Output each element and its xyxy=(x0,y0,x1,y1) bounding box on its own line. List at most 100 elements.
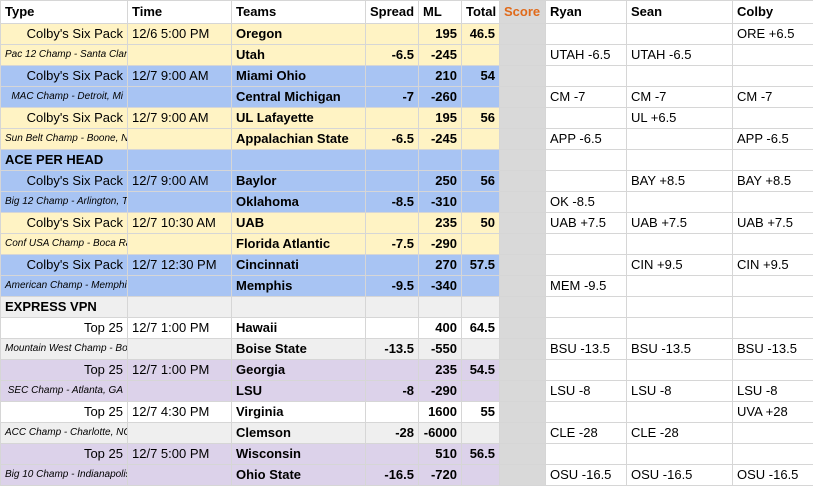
type-cell[interactable]: Pac 12 Champ - Santa Clara, CA xyxy=(0,44,128,66)
team-cell[interactable]: Hawaii xyxy=(231,317,366,339)
spread-cell[interactable] xyxy=(365,23,419,45)
sean-pick-cell[interactable]: UTAH -6.5 xyxy=(626,44,733,66)
sean-pick-cell[interactable]: CLE -28 xyxy=(626,422,733,444)
type-cell[interactable]: Big 12 Champ - Arlington, TX xyxy=(0,191,128,213)
sean-pick-cell[interactable] xyxy=(626,401,733,423)
sean-pick-cell[interactable] xyxy=(626,233,733,255)
score-cell[interactable] xyxy=(499,44,546,66)
team-cell[interactable]: Oklahoma xyxy=(231,191,366,213)
colby-pick-cell[interactable] xyxy=(732,65,813,87)
moneyline-cell[interactable]: 195 xyxy=(418,23,462,45)
score-cell[interactable] xyxy=(499,65,546,87)
team-cell[interactable]: Wisconsin xyxy=(231,443,366,465)
team-cell[interactable]: LSU xyxy=(231,380,366,402)
sean-pick-cell[interactable] xyxy=(626,275,733,297)
sean-pick-cell[interactable] xyxy=(626,359,733,381)
section-label-cell[interactable]: ACE PER HEAD xyxy=(0,149,128,171)
moneyline-cell[interactable]: 270 xyxy=(418,254,462,276)
spread-cell[interactable]: -6.5 xyxy=(365,128,419,150)
sean-pick-cell[interactable]: BSU -13.5 xyxy=(626,338,733,360)
colby-pick-cell[interactable]: BAY +8.5 xyxy=(732,170,813,192)
spread-cell[interactable]: -9.5 xyxy=(365,275,419,297)
score-cell[interactable] xyxy=(499,86,546,108)
time-cell[interactable]: 12/7 10:30 AM xyxy=(127,212,232,234)
total-cell[interactable] xyxy=(461,338,500,360)
type-cell[interactable]: Mountain West Champ - Boise, ID xyxy=(0,338,128,360)
ryan-pick-cell[interactable]: OK -8.5 xyxy=(545,191,627,213)
score-cell[interactable] xyxy=(499,317,546,339)
empty-cell[interactable] xyxy=(365,149,419,171)
header-score[interactable]: Score xyxy=(499,0,546,24)
header-teams[interactable]: Teams xyxy=(231,0,366,24)
header-time[interactable]: Time xyxy=(127,0,232,24)
header-spread[interactable]: Spread xyxy=(365,0,419,24)
colby-pick-cell[interactable]: BSU -13.5 xyxy=(732,338,813,360)
ryan-pick-cell[interactable]: CLE -28 xyxy=(545,422,627,444)
sean-pick-cell[interactable] xyxy=(626,65,733,87)
colby-pick-cell[interactable]: LSU -8 xyxy=(732,380,813,402)
sean-pick-cell[interactable]: CIN +9.5 xyxy=(626,254,733,276)
colby-pick-cell[interactable] xyxy=(732,149,813,171)
type-cell[interactable]: American Champ - Memphis, TN xyxy=(0,275,128,297)
team-cell[interactable]: Memphis xyxy=(231,275,366,297)
team-cell[interactable]: Cincinnati xyxy=(231,254,366,276)
sean-pick-cell[interactable]: UL +6.5 xyxy=(626,107,733,129)
sean-pick-cell[interactable]: OSU -16.5 xyxy=(626,464,733,486)
total-cell[interactable] xyxy=(461,128,500,150)
score-cell[interactable] xyxy=(499,23,546,45)
time-cell[interactable]: 12/6 5:00 PM xyxy=(127,23,232,45)
score-cell[interactable] xyxy=(499,254,546,276)
ryan-pick-cell[interactable]: BSU -13.5 xyxy=(545,338,627,360)
ryan-pick-cell[interactable]: CM -7 xyxy=(545,86,627,108)
type-cell[interactable]: Colby's Six Pack xyxy=(0,107,128,129)
sean-pick-cell[interactable] xyxy=(626,23,733,45)
spread-cell[interactable] xyxy=(365,359,419,381)
spread-cell[interactable] xyxy=(365,254,419,276)
colby-pick-cell[interactable] xyxy=(732,359,813,381)
type-cell[interactable]: MAC Champ - Detroit, Mi xyxy=(0,86,128,108)
spread-cell[interactable]: -16.5 xyxy=(365,464,419,486)
type-cell[interactable]: Big 10 Champ - Indianapolis, IN xyxy=(0,464,128,486)
moneyline-cell[interactable]: 235 xyxy=(418,359,462,381)
moneyline-cell[interactable]: -245 xyxy=(418,128,462,150)
time-cell[interactable]: 12/7 9:00 AM xyxy=(127,170,232,192)
spread-cell[interactable]: -7.5 xyxy=(365,233,419,255)
ryan-pick-cell[interactable] xyxy=(545,170,627,192)
sean-pick-cell[interactable] xyxy=(626,443,733,465)
time-cell[interactable] xyxy=(127,44,232,66)
ryan-pick-cell[interactable] xyxy=(545,23,627,45)
total-cell[interactable] xyxy=(461,44,500,66)
time-cell[interactable] xyxy=(127,191,232,213)
ryan-pick-cell[interactable]: UTAH -6.5 xyxy=(545,44,627,66)
header-type[interactable]: Type xyxy=(0,0,128,24)
sean-pick-cell[interactable]: LSU -8 xyxy=(626,380,733,402)
ryan-pick-cell[interactable] xyxy=(545,254,627,276)
empty-cell[interactable] xyxy=(231,296,366,318)
empty-cell[interactable] xyxy=(461,149,500,171)
total-cell[interactable]: 57.5 xyxy=(461,254,500,276)
sean-pick-cell[interactable] xyxy=(626,191,733,213)
moneyline-cell[interactable]: 210 xyxy=(418,65,462,87)
score-cell[interactable] xyxy=(499,107,546,129)
spread-cell[interactable]: -7 xyxy=(365,86,419,108)
header-total[interactable]: Total xyxy=(461,0,500,24)
team-cell[interactable]: Virginia xyxy=(231,401,366,423)
ryan-pick-cell[interactable] xyxy=(545,149,627,171)
score-cell[interactable] xyxy=(499,170,546,192)
team-cell[interactable]: Miami Ohio xyxy=(231,65,366,87)
ryan-pick-cell[interactable]: APP -6.5 xyxy=(545,128,627,150)
time-cell[interactable]: 12/7 5:00 PM xyxy=(127,443,232,465)
type-cell[interactable]: SEC Champ - Atlanta, GA xyxy=(0,380,128,402)
team-cell[interactable]: Oregon xyxy=(231,23,366,45)
ryan-pick-cell[interactable] xyxy=(545,233,627,255)
score-cell[interactable] xyxy=(499,338,546,360)
score-cell[interactable] xyxy=(499,149,546,171)
team-cell[interactable]: Appalachian State xyxy=(231,128,366,150)
team-cell[interactable]: Ohio State xyxy=(231,464,366,486)
colby-pick-cell[interactable]: OSU -16.5 xyxy=(732,464,813,486)
team-cell[interactable]: UL Lafayette xyxy=(231,107,366,129)
total-cell[interactable] xyxy=(461,191,500,213)
score-cell[interactable] xyxy=(499,212,546,234)
type-cell[interactable]: Colby's Six Pack xyxy=(0,212,128,234)
ryan-pick-cell[interactable]: LSU -8 xyxy=(545,380,627,402)
